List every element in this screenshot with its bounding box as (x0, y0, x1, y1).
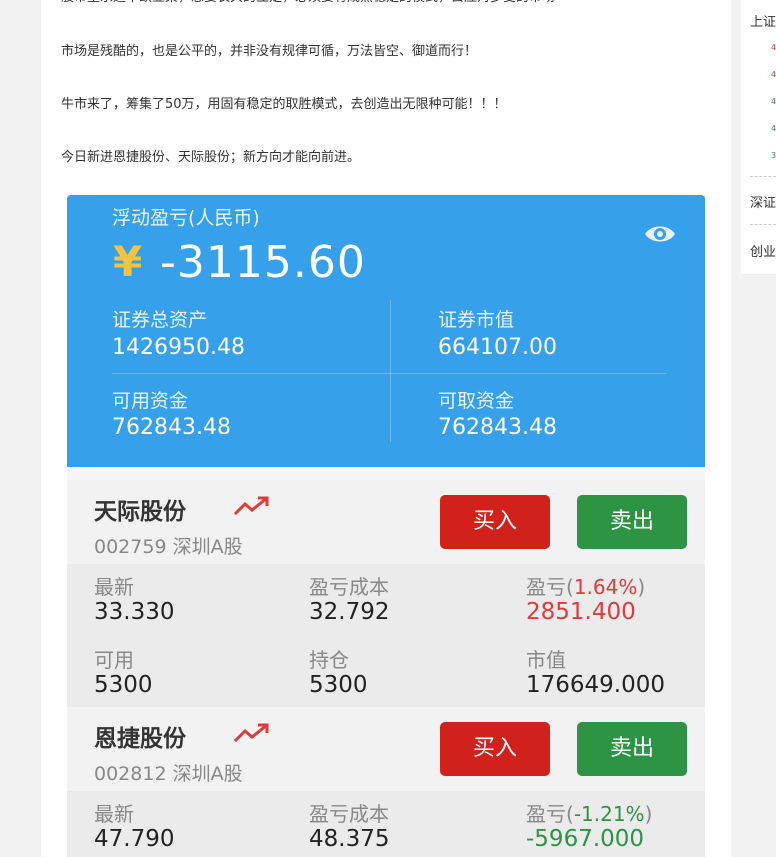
total-assets-label: 证券总资产 (112, 309, 208, 331)
market-sidebar: 上证 4 4 4 4 3 深证 创业 (741, 0, 776, 274)
index-number: 3 (771, 151, 776, 160)
sidebar-item-shenzhen[interactable]: 深证 (750, 192, 776, 211)
holding-value: 5300 (309, 672, 368, 698)
market-value-value: 664107.00 (438, 335, 557, 360)
market-value-label: 证券市值 (438, 309, 515, 331)
pnl-label: 盈亏(1.64%) (526, 575, 646, 599)
buy-button[interactable]: 买入 (440, 495, 550, 549)
trend-up-icon (233, 496, 269, 516)
sidebar-item-shanghai[interactable]: 上证 (750, 11, 776, 30)
sell-button[interactable]: 卖出 (577, 722, 687, 776)
divider (112, 373, 667, 374)
market-value-value: 176649.000 (526, 672, 666, 698)
pnl-percent: 1.64% (573, 575, 638, 599)
sell-button[interactable]: 卖出 (577, 495, 687, 549)
holding-label: 持仓 (309, 648, 349, 672)
pnl-value: 2851.400 (526, 599, 636, 625)
index-number: 4 (771, 70, 776, 79)
pnl-label: 盈亏(-1.21%) (526, 802, 653, 826)
cost-label: 盈亏成本 (309, 802, 389, 826)
usable-value: 5300 (94, 672, 153, 698)
float-pnl-label: 浮动盈亏(人民币) (112, 207, 260, 229)
cost-label: 盈亏成本 (309, 575, 389, 599)
latest-value: 47.790 (94, 826, 175, 852)
stock-code: 002812 深圳A股 (94, 763, 243, 785)
article-paragraph: 市场是残酷的，也是公平的，并非没有规律可循，万法皆空、御道而行！ (61, 44, 478, 59)
index-number: 4 (771, 97, 776, 106)
cost-value: 32.792 (309, 599, 390, 625)
article-content: 股市里永远不缺韭菜，想要长久的立足，必须要有成熟稳定的模式，去应对多变的市场 市… (41, 0, 731, 857)
sidebar-item-chinext[interactable]: 创业 (750, 241, 776, 260)
article-paragraph: 股市里永远不缺韭菜，想要长久的立足，必须要有成熟稳定的模式，去应对多变的市场 (61, 0, 555, 8)
stock-code: 002759 深圳A股 (94, 536, 243, 558)
trend-up-icon (233, 723, 269, 743)
eye-icon[interactable] (644, 222, 676, 246)
article-paragraph: 牛市来了，筹集了50万，用固有稳定的取胜模式，去创造出无限种可能！！！ (61, 97, 507, 112)
stock-name: 天际股份 (94, 499, 186, 525)
divider (750, 224, 776, 225)
stock-header: 恩捷股份 002812 深圳A股 买入 卖出 (67, 707, 705, 791)
stock-card: 恩捷股份 002812 深圳A股 买入 卖出 最新 47.790 盈亏成本 48… (67, 707, 705, 857)
available-funds-label: 可用资金 (112, 390, 189, 412)
index-number: 4 (771, 124, 776, 133)
stock-name: 恩捷股份 (94, 726, 186, 752)
market-value-label: 市值 (526, 648, 566, 672)
stock-details: 最新 47.790 盈亏成本 48.375 盈亏(-1.21%) -5967.0… (67, 791, 705, 857)
stock-header: 天际股份 002759 深圳A股 买入 卖出 (67, 480, 705, 564)
stock-card: 天际股份 002759 深圳A股 买入 卖出 最新 33.330 盈亏成本 32… (67, 480, 705, 707)
usable-label: 可用 (94, 648, 134, 672)
withdrawable-funds-value: 762843.48 (438, 415, 557, 440)
pnl-label-text: 盈亏 (526, 575, 566, 599)
pnl-percent: -1.21% (573, 802, 645, 826)
float-pnl-value: -3115.60 (160, 237, 366, 288)
trading-app-screenshot: 浮动盈亏(人民币) ¥ -3115.60 证券总资产 1426950.48 证券… (67, 195, 705, 857)
available-funds-value: 762843.48 (112, 415, 231, 440)
withdrawable-funds-label: 可取资金 (438, 390, 515, 412)
yen-symbol: ¥ (113, 237, 143, 286)
latest-label: 最新 (94, 575, 134, 599)
stock-details: 最新 33.330 盈亏成本 32.792 盈亏(1.64%) 2851.400… (67, 564, 705, 707)
divider (390, 300, 391, 442)
buy-button[interactable]: 买入 (440, 722, 550, 776)
divider (750, 176, 776, 177)
pnl-value: -5967.000 (526, 826, 645, 852)
latest-label: 最新 (94, 802, 134, 826)
account-summary: 浮动盈亏(人民币) ¥ -3115.60 证券总资产 1426950.48 证券… (67, 195, 705, 467)
latest-value: 33.330 (94, 599, 175, 625)
total-assets-value: 1426950.48 (112, 335, 245, 360)
index-number: 4 (771, 43, 776, 52)
article-paragraph: 今日新进恩捷股份、天际股份；新方向才能向前进。 (61, 150, 361, 165)
pnl-label-text: 盈亏 (526, 802, 566, 826)
cost-value: 48.375 (309, 826, 390, 852)
